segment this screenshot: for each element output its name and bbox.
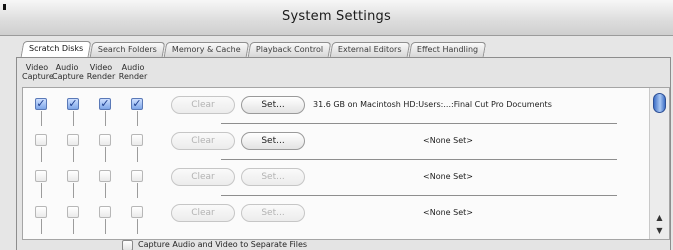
audio-render-checkbox[interactable] [131,170,143,182]
tree-connector-line [137,183,138,198]
row-separator [221,195,617,196]
tab-playback-control[interactable]: Playback Control [247,42,332,57]
tab-bar: Scratch Disks Search Folders Memory & Ca… [20,41,487,58]
scratch-disk-path: <None Set> [423,172,473,181]
row-separator [221,159,617,160]
clear-button[interactable]: Clear [171,204,235,222]
tree-connector-line [105,183,106,198]
separate-files-checkbox[interactable] [122,240,133,250]
table-row: Clear Set... <None Set> [23,164,651,200]
video-capture-checkbox[interactable] [35,134,47,146]
tree-connector-line [73,183,74,198]
tree-connector-line [105,147,106,162]
tree-connector-line [73,219,74,234]
tab-memory-cache[interactable]: Memory & Cache [163,42,250,57]
set-button[interactable]: Set... [241,132,305,150]
tree-connector-line [137,219,138,234]
window-title: System Settings [282,9,391,24]
video-render-checkbox[interactable] [99,170,111,182]
video-render-checkbox[interactable]: ✓ [99,98,111,110]
tab-scratch-disks[interactable]: Scratch Disks [20,41,92,57]
set-button[interactable]: Set... [241,168,305,186]
tree-connector-line [73,111,74,126]
audio-render-checkbox[interactable]: ✓ [131,98,143,110]
column-header-video-capture: Video Capture [22,63,54,81]
set-button[interactable]: Set... [241,204,305,222]
tree-connector-line [73,147,74,162]
video-capture-checkbox[interactable]: ✓ [35,98,47,110]
clear-button[interactable]: Clear [171,132,235,150]
audio-capture-checkbox[interactable] [67,206,79,218]
column-header-video-render: Video Render [86,63,116,81]
row-separator [221,123,617,124]
tree-connector-line [41,219,42,234]
tab-external-editors[interactable]: External Editors [329,42,410,57]
separate-files-label: Capture Audio and Video to Separate File… [138,240,308,249]
tree-connector-line [137,147,138,162]
tree-connector-line [137,111,138,126]
video-render-checkbox[interactable] [99,134,111,146]
tree-connector-line [41,111,42,126]
tree-connector-line [105,219,106,234]
video-render-checkbox[interactable] [99,206,111,218]
tree-connector-line [105,111,106,126]
scratch-disk-path: <None Set> [423,208,473,217]
title-bar: System Settings [0,0,673,36]
tab-effect-handling[interactable]: Effect Handling [408,42,487,57]
table-row: Clear Set... <None Set> [23,128,651,164]
audio-capture-checkbox[interactable] [67,134,79,146]
video-capture-checkbox[interactable] [35,170,47,182]
clear-button[interactable]: Clear [171,168,235,186]
scratch-disk-list: ▲ ▼ ✓ ✓ ✓ ✓ Clear Set... 31.6 GB on Macintosh … [22,87,670,240]
audio-capture-checkbox[interactable]: ✓ [67,98,79,110]
scroll-up-arrow-icon[interactable]: ▲ [653,212,666,223]
table-row: Clear Set... <None Set> [23,200,651,236]
tree-connector-line [41,183,42,198]
audio-capture-checkbox[interactable] [67,170,79,182]
column-header-audio-capture: Audio Capture [52,63,84,81]
scratch-disk-path: 31.6 GB on Macintosh HD:Users:...:Final … [313,100,552,109]
tree-connector-line [41,147,42,162]
set-button[interactable]: Set... [241,96,305,114]
audio-render-checkbox[interactable] [131,206,143,218]
table-row: ✓ ✓ ✓ ✓ Clear Set... 31.6 GB on Macintosh HD:U… [23,92,651,128]
scrollbar-thumb[interactable] [653,93,666,113]
video-capture-checkbox[interactable] [35,206,47,218]
tab-search-folders[interactable]: Search Folders [89,42,166,57]
vertical-scrollbar[interactable]: ▲ ▼ [649,88,669,239]
audio-render-checkbox[interactable] [131,134,143,146]
footer: Capture Audio and Video to Separate File… [22,240,662,250]
scratch-disk-path: <None Set> [423,136,473,145]
scroll-down-arrow-icon[interactable]: ▼ [653,225,666,236]
column-header-audio-render: Audio Render [118,63,148,81]
clear-button[interactable]: Clear [171,96,235,114]
